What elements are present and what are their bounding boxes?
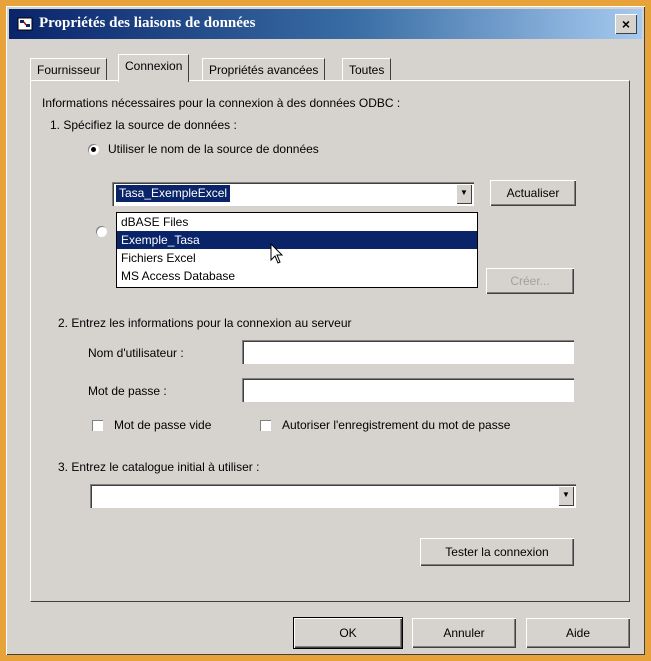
dialog-window: Propriétés des liaisons de données × Fou… (6, 6, 645, 655)
password-label: Mot de passe : (88, 384, 167, 398)
create-button-label: Créer... (510, 274, 550, 288)
dsn-combobox[interactable]: Tasa_ExempleExcel ▼ (112, 182, 474, 206)
list-item[interactable]: Fichiers Excel (117, 249, 477, 267)
create-button[interactable]: Créer... (486, 268, 574, 294)
tab-label: Propriétés avancées (209, 63, 319, 77)
ok-button[interactable]: OK (294, 618, 402, 648)
tab-advanced-properties[interactable]: Propriétés avancées (202, 58, 326, 81)
data-link-icon (17, 17, 33, 31)
intro-text: Informations nécessaires pour la connexi… (42, 96, 401, 110)
blank-password-label: Mot de passe vide (114, 418, 212, 432)
save-password-checkbox[interactable] (260, 420, 271, 431)
radio-use-dsn-label: Utiliser le nom de la source de données (108, 142, 319, 156)
test-connection-button[interactable]: Tester la connexion (420, 538, 574, 566)
cancel-button-label: Annuler (443, 626, 485, 640)
list-item[interactable]: dBASE Files (117, 213, 477, 231)
username-label: Nom d'utilisateur : (88, 346, 184, 360)
tab-label: Toutes (349, 63, 385, 77)
help-button-label: Aide (565, 626, 591, 640)
step3-label: 3. Entrez le catalogue initial à utilise… (58, 460, 260, 474)
blank-password-checkbox[interactable] (92, 420, 103, 431)
chevron-down-icon[interactable]: ▼ (456, 184, 472, 204)
mouse-pointer-icon (270, 243, 284, 264)
refresh-button-label: Actualiser (506, 186, 560, 200)
radio-use-dsn[interactable] (88, 144, 99, 155)
ok-button-label: OK (339, 626, 357, 640)
dsn-selected-value: Tasa_ExempleExcel (116, 185, 231, 202)
close-icon: × (621, 16, 631, 32)
step1-label: 1. Spécifiez la source de données : (50, 118, 237, 132)
tab-label: Fournisseur (37, 63, 101, 77)
save-password-label: Autoriser l'enregistrement du mot de pas… (282, 418, 511, 432)
list-item[interactable]: Exemple_Tasa (117, 231, 477, 249)
step2-label: 2. Entrez les informations pour la conne… (58, 316, 352, 330)
tab-connection[interactable]: Connexion (118, 54, 190, 82)
chevron-down-icon[interactable]: ▼ (558, 486, 574, 506)
close-button[interactable]: × (615, 14, 637, 34)
window-title: Propriétés des liaisons de données (39, 15, 256, 31)
cancel-button[interactable]: Annuler (412, 618, 516, 648)
username-input[interactable] (242, 340, 574, 364)
catalog-combobox[interactable]: ▼ (90, 484, 576, 508)
tab-all[interactable]: Toutes (342, 58, 392, 81)
test-connection-label: Tester la connexion (445, 545, 549, 559)
title-bar[interactable]: Propriétés des liaisons de données × (9, 9, 642, 39)
radio-connection-string[interactable] (96, 226, 107, 237)
list-item[interactable]: MS Access Database (117, 267, 477, 285)
refresh-button[interactable]: Actualiser (490, 180, 576, 206)
tab-label: Connexion (125, 59, 183, 73)
password-input[interactable] (242, 378, 574, 402)
help-button[interactable]: Aide (526, 618, 630, 648)
tab-provider[interactable]: Fournisseur (30, 58, 108, 81)
dsn-dropdown-list: dBASE Files Exemple_Tasa Fichiers Excel … (116, 212, 478, 288)
